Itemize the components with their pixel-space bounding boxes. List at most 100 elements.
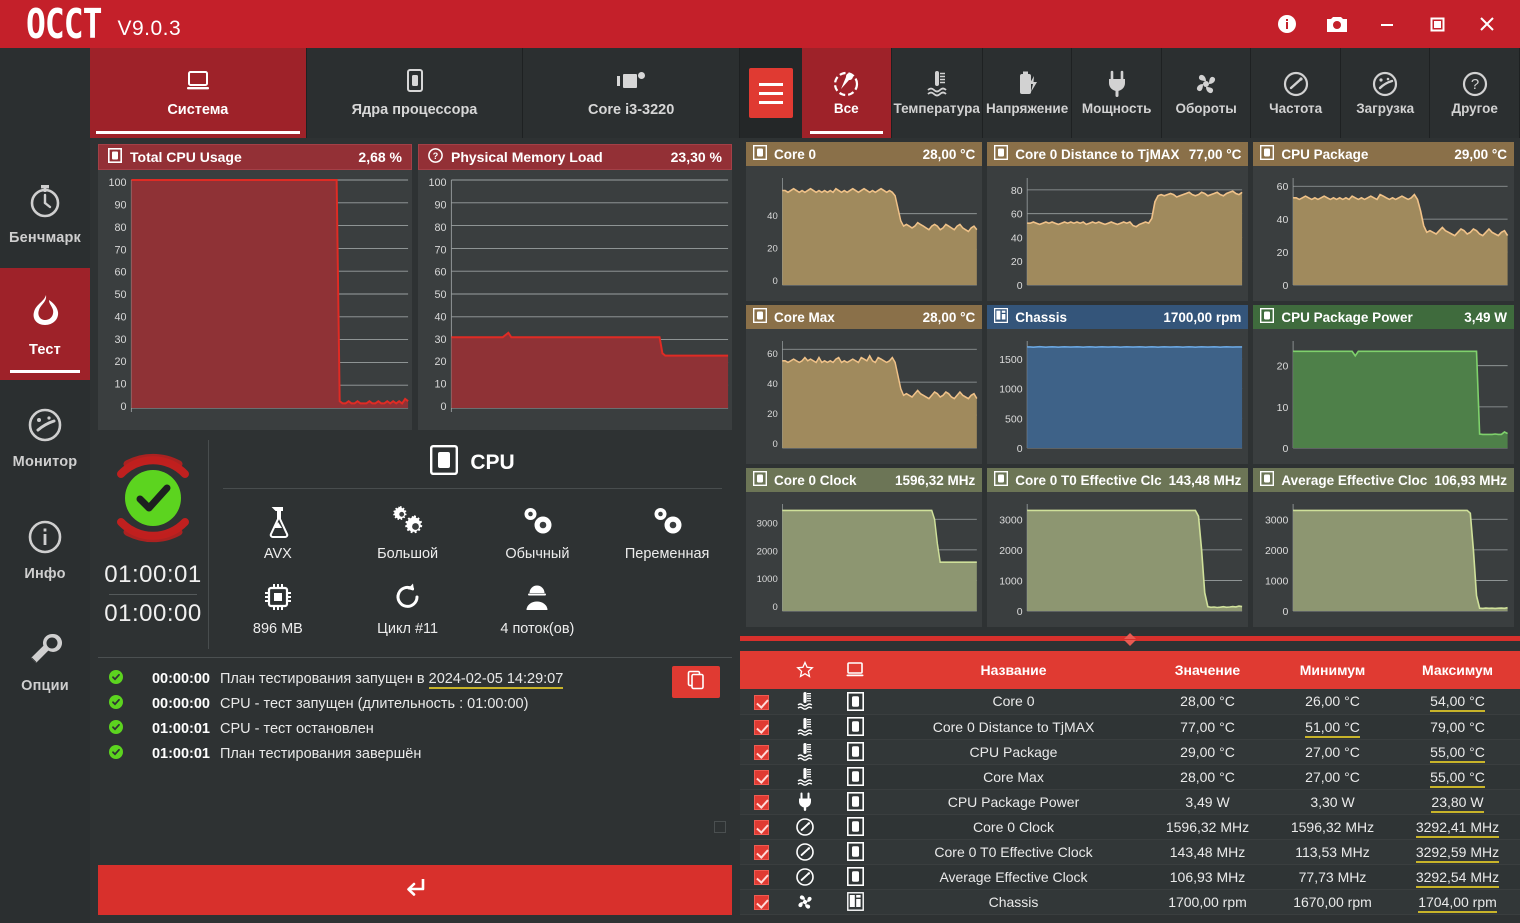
chevron-down-icon[interactable] [1124,639,1136,646]
sensor-card[interactable]: Chassis 1700,00 rpm 1500 1000 500 0 [987,305,1249,464]
row-checkbox-cell[interactable] [740,839,782,865]
sensor-min-cell: 26,00 °C [1270,689,1395,715]
table-row[interactable]: Core 0 28,00 °C 26,00 °C 54,00 °C [740,689,1520,715]
col-min-header[interactable]: Минимум [1270,651,1395,689]
tab-system[interactable]: Система [90,48,307,138]
test-option-memory[interactable]: 896 MB [213,574,343,649]
row-checkbox-cell[interactable] [740,864,782,890]
sidebar-item-benchmark[interactable]: Бенчмарк [0,156,90,268]
row-checkbox[interactable] [753,894,769,910]
col-favorite-header[interactable] [782,651,828,689]
row-checkbox[interactable] [753,694,769,710]
row-checkbox-cell[interactable] [740,689,782,715]
test-option-cycle[interactable]: Цикл #11 [343,574,473,649]
sidebar-item-options[interactable]: Опции [0,604,90,716]
sensor-card[interactable]: Core Max 28,00 °C 60 40 20 0 [746,305,983,464]
row-checkbox[interactable] [753,769,769,785]
tab-load[interactable]: Загрузка [1340,48,1431,138]
row-checkbox-cell[interactable] [740,789,782,815]
table-row[interactable]: Chassis 1700,00 rpm 1670,00 rpm 1704,00 rpm [740,889,1520,915]
sensor-card-header: Core Max 28,00 °C [746,305,983,329]
total-duration: 01:00:00 [104,600,202,627]
info-icon[interactable] [1262,0,1312,48]
sensor-card[interactable]: Core 0 Clock 1596,32 MHz 3000 2000 1000 0 [746,468,983,627]
log-status-ok-icon [108,669,124,689]
svg-text:?: ? [433,151,439,161]
row-checkbox-cell[interactable] [740,739,782,765]
table-row[interactable]: CPU Package 29,00 °C 27,00 °C 55,00 °C [740,739,1520,765]
row-checkbox-cell[interactable] [740,814,782,840]
log-row: 01:00:01 CPU - тест остановлен [108,716,732,741]
col-device-header[interactable] [828,651,882,689]
tab-cpu-cores[interactable]: Ядра процессора [306,48,524,138]
sensor-card-plot: 3000 2000 1000 0 [987,492,1249,627]
copy-log-button[interactable] [672,666,720,698]
table-row[interactable]: Core 0 Clock 1596,32 MHz 1596,32 MHz 3292,4… [740,814,1520,840]
test-option-normal[interactable]: Обычный [473,499,603,574]
power-plug-icon [782,789,828,815]
close-icon[interactable] [1462,0,1512,48]
sidebar-item-label: Инфо [24,565,66,582]
sensor-card[interactable]: Core 0 Distance to TjMAX 77,00 °C 80 60 40 20… [987,142,1249,301]
sensor-value-cell: 28,00 °C [1145,764,1270,790]
sidebar-item-monitor[interactable]: Монитор [0,380,90,492]
sensor-card[interactable]: Core 0 T0 Effective Clc 143,48 MHz 3000 200… [987,468,1249,627]
row-checkbox[interactable] [753,844,769,860]
maximize-icon[interactable] [1412,0,1462,48]
tab-voltage[interactable]: Напряжение [982,48,1073,138]
svg-text:10: 10 [1277,402,1289,414]
sensor-card-header: CPU Package 29,00 °C [1253,142,1514,166]
col-name-header[interactable]: Название [882,651,1145,689]
row-checkbox-cell[interactable] [740,714,782,740]
table-row[interactable]: CPU Package Power 3,49 W 3,30 W 23,80 W [740,789,1520,815]
sensor-card-title: Core 0 Clock [774,472,857,488]
test-option-variable[interactable]: Переменная [602,499,732,574]
table-row[interactable]: Core 0 Distance to TjMAX 77,00 °C 51,00 °C… [740,714,1520,740]
sensor-card[interactable]: Average Effective Cloc 106,93 MHz 3000 2000… [1253,468,1514,627]
tab-other[interactable]: ? Другое [1430,48,1520,138]
sensor-card[interactable]: Core 0 28,00 °C 40 20 0 [746,142,983,301]
table-row[interactable]: Core Max 28,00 °C 27,00 °C 55,00 °C [740,764,1520,790]
cpu-chip-icon [994,144,1009,163]
svg-text:30: 30 [434,334,446,346]
tab-rpm[interactable]: Обороты [1161,48,1252,138]
hamburger-icon[interactable] [749,68,793,118]
tab-temperature[interactable]: Температура [891,48,983,138]
col-value-header[interactable]: Значение [1145,651,1270,689]
sensor-card[interactable]: CPU Package 29,00 °C 60 40 20 0 [1253,142,1514,301]
test-option-threads[interactable]: 4 поток(ов) [473,574,603,649]
flask-icon [263,505,293,539]
log-row: 00:00:00 План тестирования запущен в 202… [108,666,732,691]
row-checkbox[interactable] [753,719,769,735]
hamburger-line [759,100,783,104]
sidebar-item-info[interactable]: Инфо [0,492,90,604]
sensor-card[interactable]: CPU Package Power 3,49 W 20 10 0 [1253,305,1514,464]
row-checkbox-cell[interactable] [740,764,782,790]
test-log-panel: 00:00:00 План тестирования запущен в 202… [98,657,732,857]
panel-splitter[interactable] [740,627,1520,651]
tab-frequency[interactable]: Частота [1251,48,1341,138]
chevron-up-icon[interactable] [1124,632,1136,639]
sidebar-item-test[interactable]: Тест [0,268,90,380]
tab-cpu-model[interactable]: Core i3-3220 [523,48,741,138]
test-option-avx[interactable]: AVX [213,499,343,574]
sensor-card-header: Average Effective Cloc 106,93 MHz [1253,468,1514,492]
row-checkbox-cell[interactable] [740,889,782,915]
tab-power[interactable]: Мощность [1072,48,1162,138]
row-checkbox[interactable] [753,744,769,760]
row-checkbox[interactable] [753,794,769,810]
chart-value: 23,30 % [670,149,722,165]
table-row[interactable]: Core 0 T0 Effective Clock 143,48 MHz 113,5… [740,839,1520,865]
tab-all-sensors[interactable]: Все [802,48,892,138]
run-test-button[interactable] [98,865,732,915]
camera-icon[interactable] [1312,0,1362,48]
table-row[interactable]: Average Effective Clock 106,93 MHz 77,73 M… [740,864,1520,890]
test-option-large[interactable]: Большой [343,499,473,574]
memory-chip-icon [263,580,293,614]
minimize-icon[interactable] [1362,0,1412,48]
resize-handle[interactable] [714,821,726,833]
row-checkbox[interactable] [753,819,769,835]
col-max-header[interactable]: Максимум [1395,651,1520,689]
speedometer-icon [1282,70,1310,98]
row-checkbox[interactable] [753,869,769,885]
